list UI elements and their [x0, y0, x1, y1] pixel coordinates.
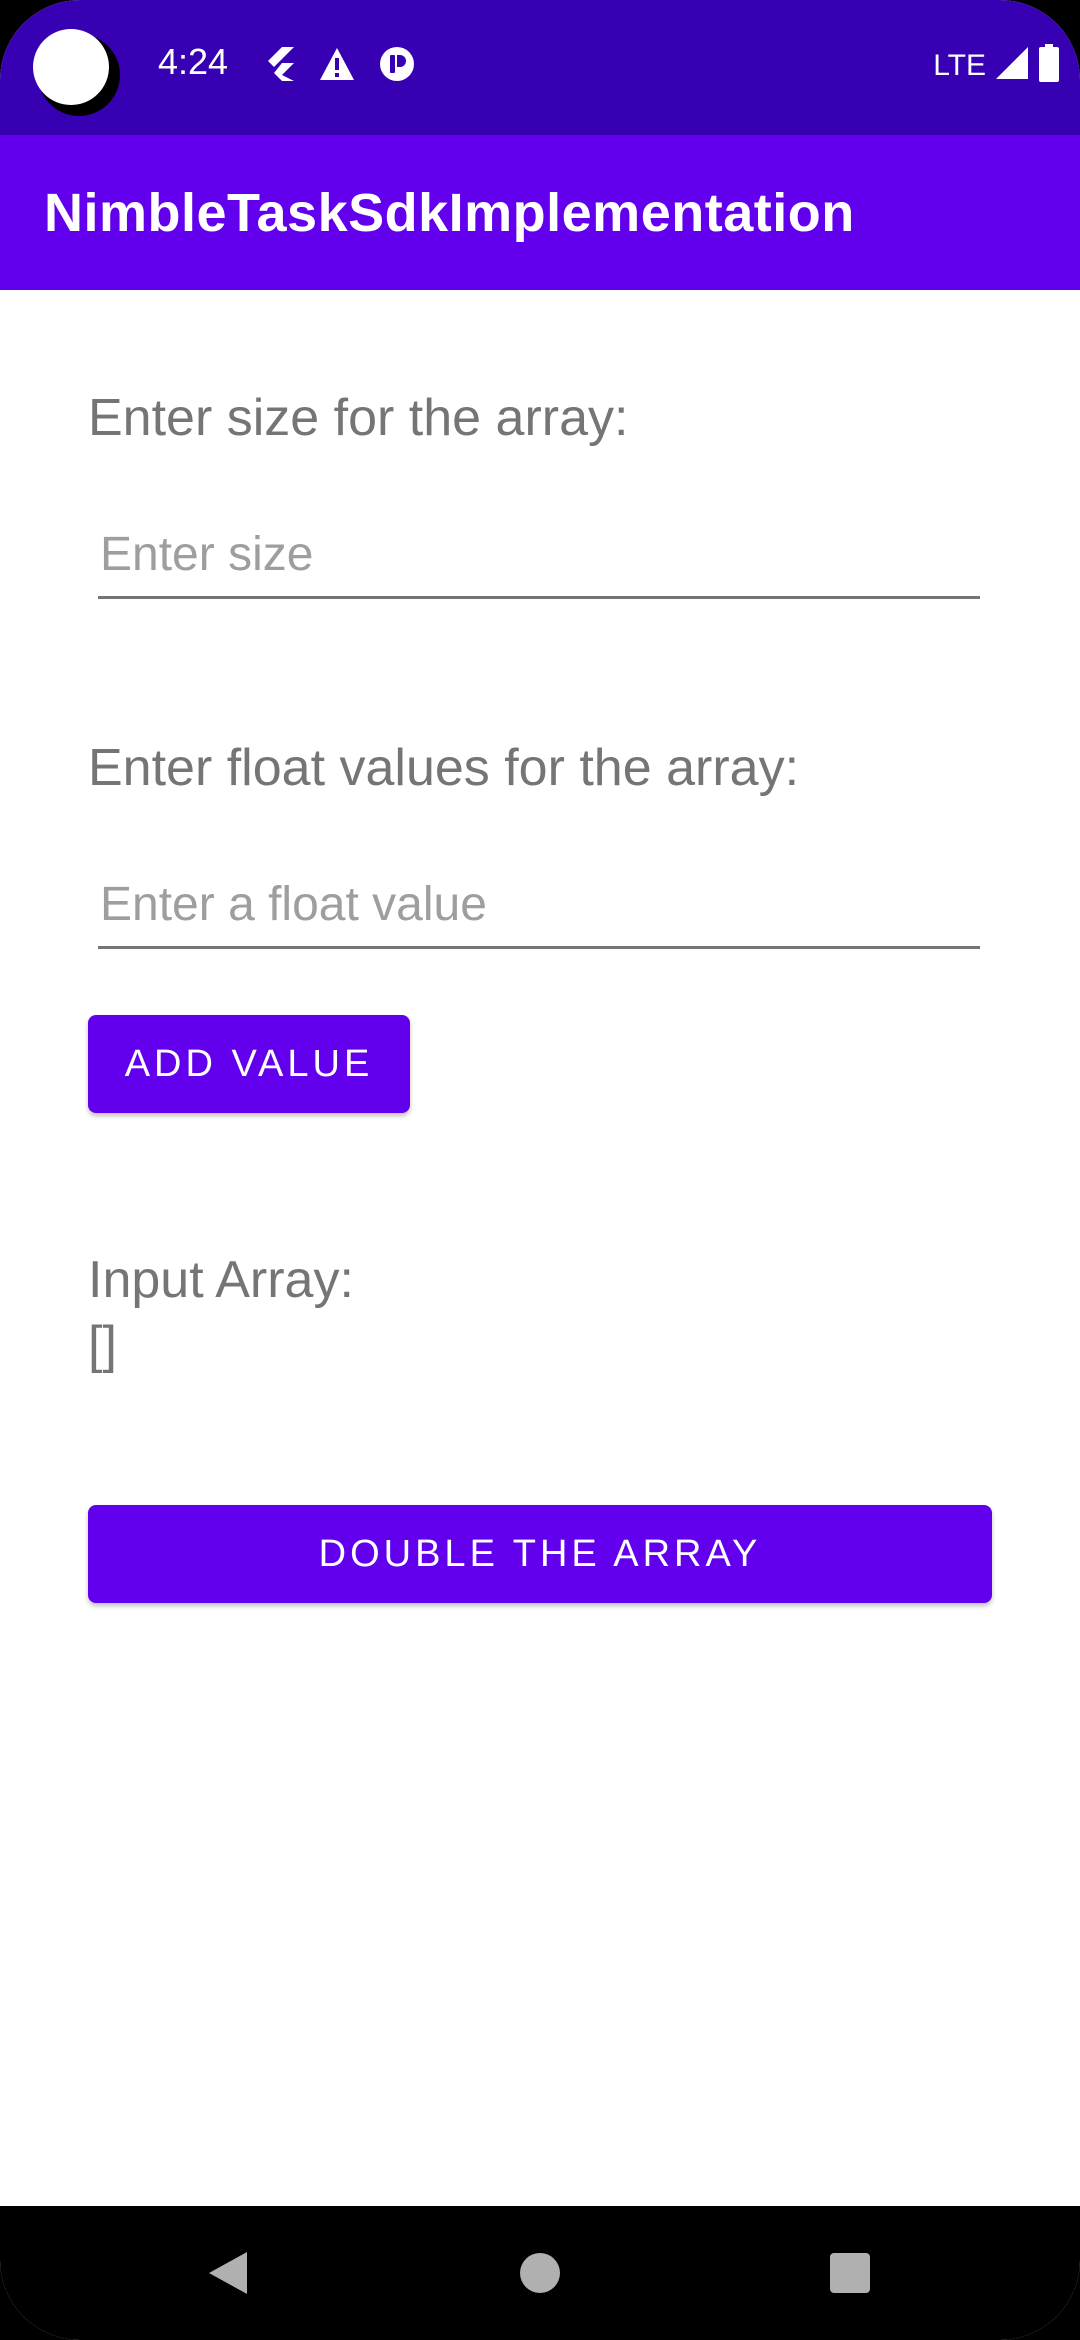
system-status: LTE — [933, 44, 1060, 87]
double-array-button[interactable]: DOUBLE THE ARRAY — [88, 1505, 992, 1603]
status-time: 4:24 — [158, 41, 229, 82]
warning-icon — [318, 46, 356, 82]
pocket-icon — [378, 45, 416, 83]
device-screen: 4:24 LTE NimbleTaskSdkImplementation Ent… — [0, 0, 1080, 2340]
status-bar: 4:24 LTE — [0, 0, 1080, 135]
add-value-button[interactable]: ADD VALUE — [88, 1015, 410, 1113]
battery-icon — [1038, 44, 1060, 87]
flutter-icon — [262, 45, 296, 83]
float-field[interactable] — [98, 866, 980, 949]
app-bar: NimbleTaskSdkImplementation — [0, 135, 1080, 290]
back-icon[interactable] — [207, 2250, 249, 2296]
size-input[interactable] — [100, 527, 960, 582]
notification-icons — [262, 44, 416, 84]
main-content: Enter size for the array: Enter float va… — [0, 290, 1080, 2206]
size-field[interactable] — [98, 516, 980, 599]
input-array-value: [] — [88, 1316, 117, 1374]
app-title: NimbleTaskSdkImplementation — [44, 182, 855, 243]
navigation-bar — [0, 2206, 1080, 2340]
signal-icon — [994, 45, 1030, 86]
home-icon[interactable] — [519, 2252, 561, 2294]
input-array-label: Input Array: — [88, 1251, 354, 1309]
recents-icon[interactable] — [829, 2252, 871, 2294]
float-label: Enter float values for the array: — [88, 739, 800, 797]
size-label: Enter size for the array: — [88, 389, 629, 447]
network-type: LTE — [933, 48, 986, 82]
float-input[interactable] — [100, 877, 960, 932]
camera-cutout — [33, 29, 120, 116]
